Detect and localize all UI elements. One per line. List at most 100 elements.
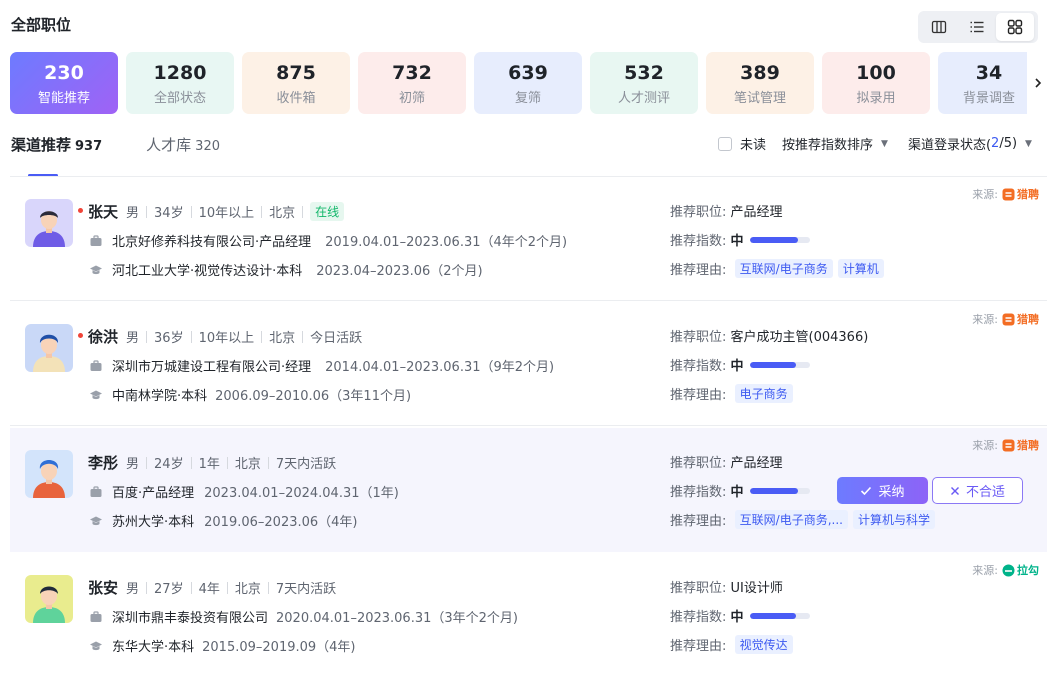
stat-value: 875 — [276, 61, 316, 84]
source-logo: 猎聘 — [1002, 437, 1039, 453]
candidate-card[interactable]: 李彤 男 24岁 1年 北京 7天内活跃 百度·产品经理 2023.04.01–… — [10, 428, 1047, 552]
candidate-summary: 张安 男 27岁 4年 北京 7天内活跃 — [88, 577, 336, 598]
candidate-card[interactable]: 徐洪 男 36岁 10年以上 北京 今日活跃 深圳市万城建设工程有限公司·经理 … — [10, 302, 1047, 426]
candidate-age: 34岁 — [154, 206, 184, 221]
view-switch — [918, 11, 1038, 43]
channel-login-dropdown[interactable]: 渠道登录状态(2/5) ▼ — [908, 134, 1032, 153]
stats-next-button[interactable] — [1027, 52, 1049, 114]
candidate-name[interactable]: 徐洪 — [88, 326, 118, 347]
filter-bar: 未读 按推荐指数排序 ▼ 渠道登录状态(2/5) ▼ — [718, 134, 1032, 153]
accept-button[interactable]: 采纳 — [837, 477, 928, 504]
candidate-experience: 10年以上 — [198, 206, 255, 221]
company-period: 2020.04.01–2023.06.31（3年个2个月) — [276, 611, 518, 626]
rec-position-key: 推荐职位: — [670, 330, 727, 345]
briefcase-icon — [90, 610, 102, 622]
stat-card-offer[interactable]: 100 拟录用 — [822, 52, 930, 114]
candidate-summary: 李彤 男 24岁 1年 北京 7天内活跃 — [88, 452, 336, 473]
tab-talent-pool[interactable]: 人才库 320 — [146, 134, 220, 169]
stage-stats: 230 智能推荐 1280 全部状态 875 收件箱 732 初筛 639 复筛 532 人… — [10, 52, 1040, 114]
candidate-name[interactable]: 张安 — [88, 577, 118, 598]
divider — [261, 205, 263, 218]
stat-card-written-test[interactable]: 389 笔试管理 — [706, 52, 814, 114]
school-period: 2023.04–2023.06（2个月) — [316, 264, 483, 279]
candidate-city: 北京 — [234, 457, 261, 472]
liepin-logo-icon — [1002, 188, 1015, 200]
candidate-experience: 10年以上 — [198, 331, 255, 346]
rec-index-level: 中 — [730, 359, 744, 374]
company: 深圳市万城建设工程有限公司·经理 — [112, 360, 312, 375]
candidate-name[interactable]: 李彤 — [88, 452, 118, 473]
company-period: 2014.04.01–2023.06.31（9年2个月) — [325, 360, 555, 375]
index-bar-fill — [749, 361, 797, 368]
column-view-icon — [931, 20, 947, 34]
stat-card-assessment[interactable]: 532 人才测评 — [590, 52, 698, 114]
channel-count: 2 — [991, 136, 1000, 151]
candidate-summary: 徐洪 男 36岁 10年以上 北京 今日活跃 — [78, 326, 362, 347]
unread-filter[interactable]: 未读 — [718, 134, 766, 153]
stat-value: 389 — [740, 61, 780, 84]
education: 东华大学·本科 2015.09–2019.09（4年) — [88, 636, 356, 655]
index-bar-fill — [749, 487, 798, 494]
divider — [190, 581, 192, 594]
work-experience: 深圳市万城建设工程有限公司·经理 2014.04.01–2023.06.31（9… — [88, 356, 554, 375]
tab-channel-recommend[interactable]: 渠道推荐 937 — [11, 134, 102, 169]
recommend-reason: 推荐理由: 电子商务 — [670, 384, 798, 403]
work-experience: 百度·产品经理 2023.04.01–2024.04.31（1年) — [88, 482, 399, 501]
candidate-city: 北京 — [234, 582, 261, 597]
stat-card-recommend[interactable]: 230 智能推荐 — [10, 52, 118, 114]
unread-dot — [78, 333, 83, 338]
candidate-experience: 4年 — [198, 582, 220, 597]
avatar — [25, 324, 73, 372]
education: 河北工业大学·视觉传达设计·本科 2023.04–2023.06（2个月) — [88, 260, 483, 279]
channel-label-prefix: 渠道登录状态( — [907, 138, 992, 153]
stat-card-first-screen[interactable]: 732 初筛 — [358, 52, 466, 114]
avatar — [25, 450, 73, 498]
activity-status: 7天内活跃 — [275, 457, 337, 472]
stat-value: 1280 — [153, 61, 207, 84]
column-view-button[interactable] — [920, 13, 958, 41]
company-period: 2019.04.01–2023.06.31（4年个2个月) — [325, 235, 568, 250]
tab-label: 渠道推荐 — [11, 136, 72, 154]
divider — [267, 456, 269, 469]
education: 苏州大学·本科 2019.06–2023.06（4年) — [88, 511, 358, 530]
unread-checkbox[interactable] — [718, 136, 732, 151]
divider — [146, 205, 148, 218]
index-bar-fill — [749, 236, 798, 243]
rec-index-key: 推荐指数: — [670, 234, 727, 249]
stat-card-all-status[interactable]: 1280 全部状态 — [126, 52, 234, 114]
company-period: 2023.04.01–2024.04.31（1年) — [204, 486, 399, 501]
list-view-button[interactable] — [958, 13, 996, 41]
divider — [190, 205, 192, 218]
recommend-index: 推荐指数: 中 — [670, 355, 810, 374]
rec-position-value: 客户成功主管(004366) — [730, 330, 869, 345]
rec-position-value: 产品经理 — [730, 205, 783, 220]
tab-count: 320 — [195, 139, 220, 154]
candidate-card[interactable]: 张天 男 34岁 10年以上 北京 在线 北京好修养科技有限公司·产品经理 20… — [10, 177, 1047, 301]
stat-card-background-check[interactable]: 34 背景调查 — [938, 52, 1040, 114]
candidate-card[interactable]: 张安 男 27岁 4年 北京 7天内活跃 深圳市鼎丰泰投资有限公司 2020.0… — [10, 553, 1047, 675]
candidate-name[interactable]: 张天 — [88, 201, 118, 222]
rec-position-key: 推荐职位: — [670, 581, 727, 596]
rec-index-level: 中 — [730, 610, 744, 625]
recommend-index: 推荐指数: 中 — [670, 230, 810, 249]
company: 北京好修养科技有限公司·产品经理 — [112, 235, 312, 250]
graduation-cap-icon — [90, 265, 102, 274]
stat-label: 拟录用 — [856, 90, 896, 106]
divider — [146, 581, 148, 594]
stat-value: 230 — [44, 61, 84, 84]
recommend-reason: 推荐理由: 互联网/电子商务,... 计算机与科学 — [670, 510, 940, 529]
grid-view-button[interactable] — [996, 13, 1034, 41]
stat-card-second-screen[interactable]: 639 复筛 — [474, 52, 582, 114]
school: 中南林学院·本科 — [112, 389, 208, 404]
sort-dropdown[interactable]: 按推荐指数排序 ▼ — [782, 134, 888, 153]
briefcase-icon — [90, 359, 102, 371]
index-bar — [749, 236, 810, 243]
divider — [146, 456, 148, 469]
rec-index-level: 中 — [730, 234, 744, 249]
stat-card-inbox[interactable]: 875 收件箱 — [242, 52, 350, 114]
lagou-logo-icon — [1002, 564, 1015, 576]
briefcase-icon — [90, 485, 102, 497]
reject-button[interactable]: 不合适 — [932, 477, 1023, 504]
rec-index-key: 推荐指数: — [670, 359, 727, 374]
close-icon — [950, 486, 959, 495]
